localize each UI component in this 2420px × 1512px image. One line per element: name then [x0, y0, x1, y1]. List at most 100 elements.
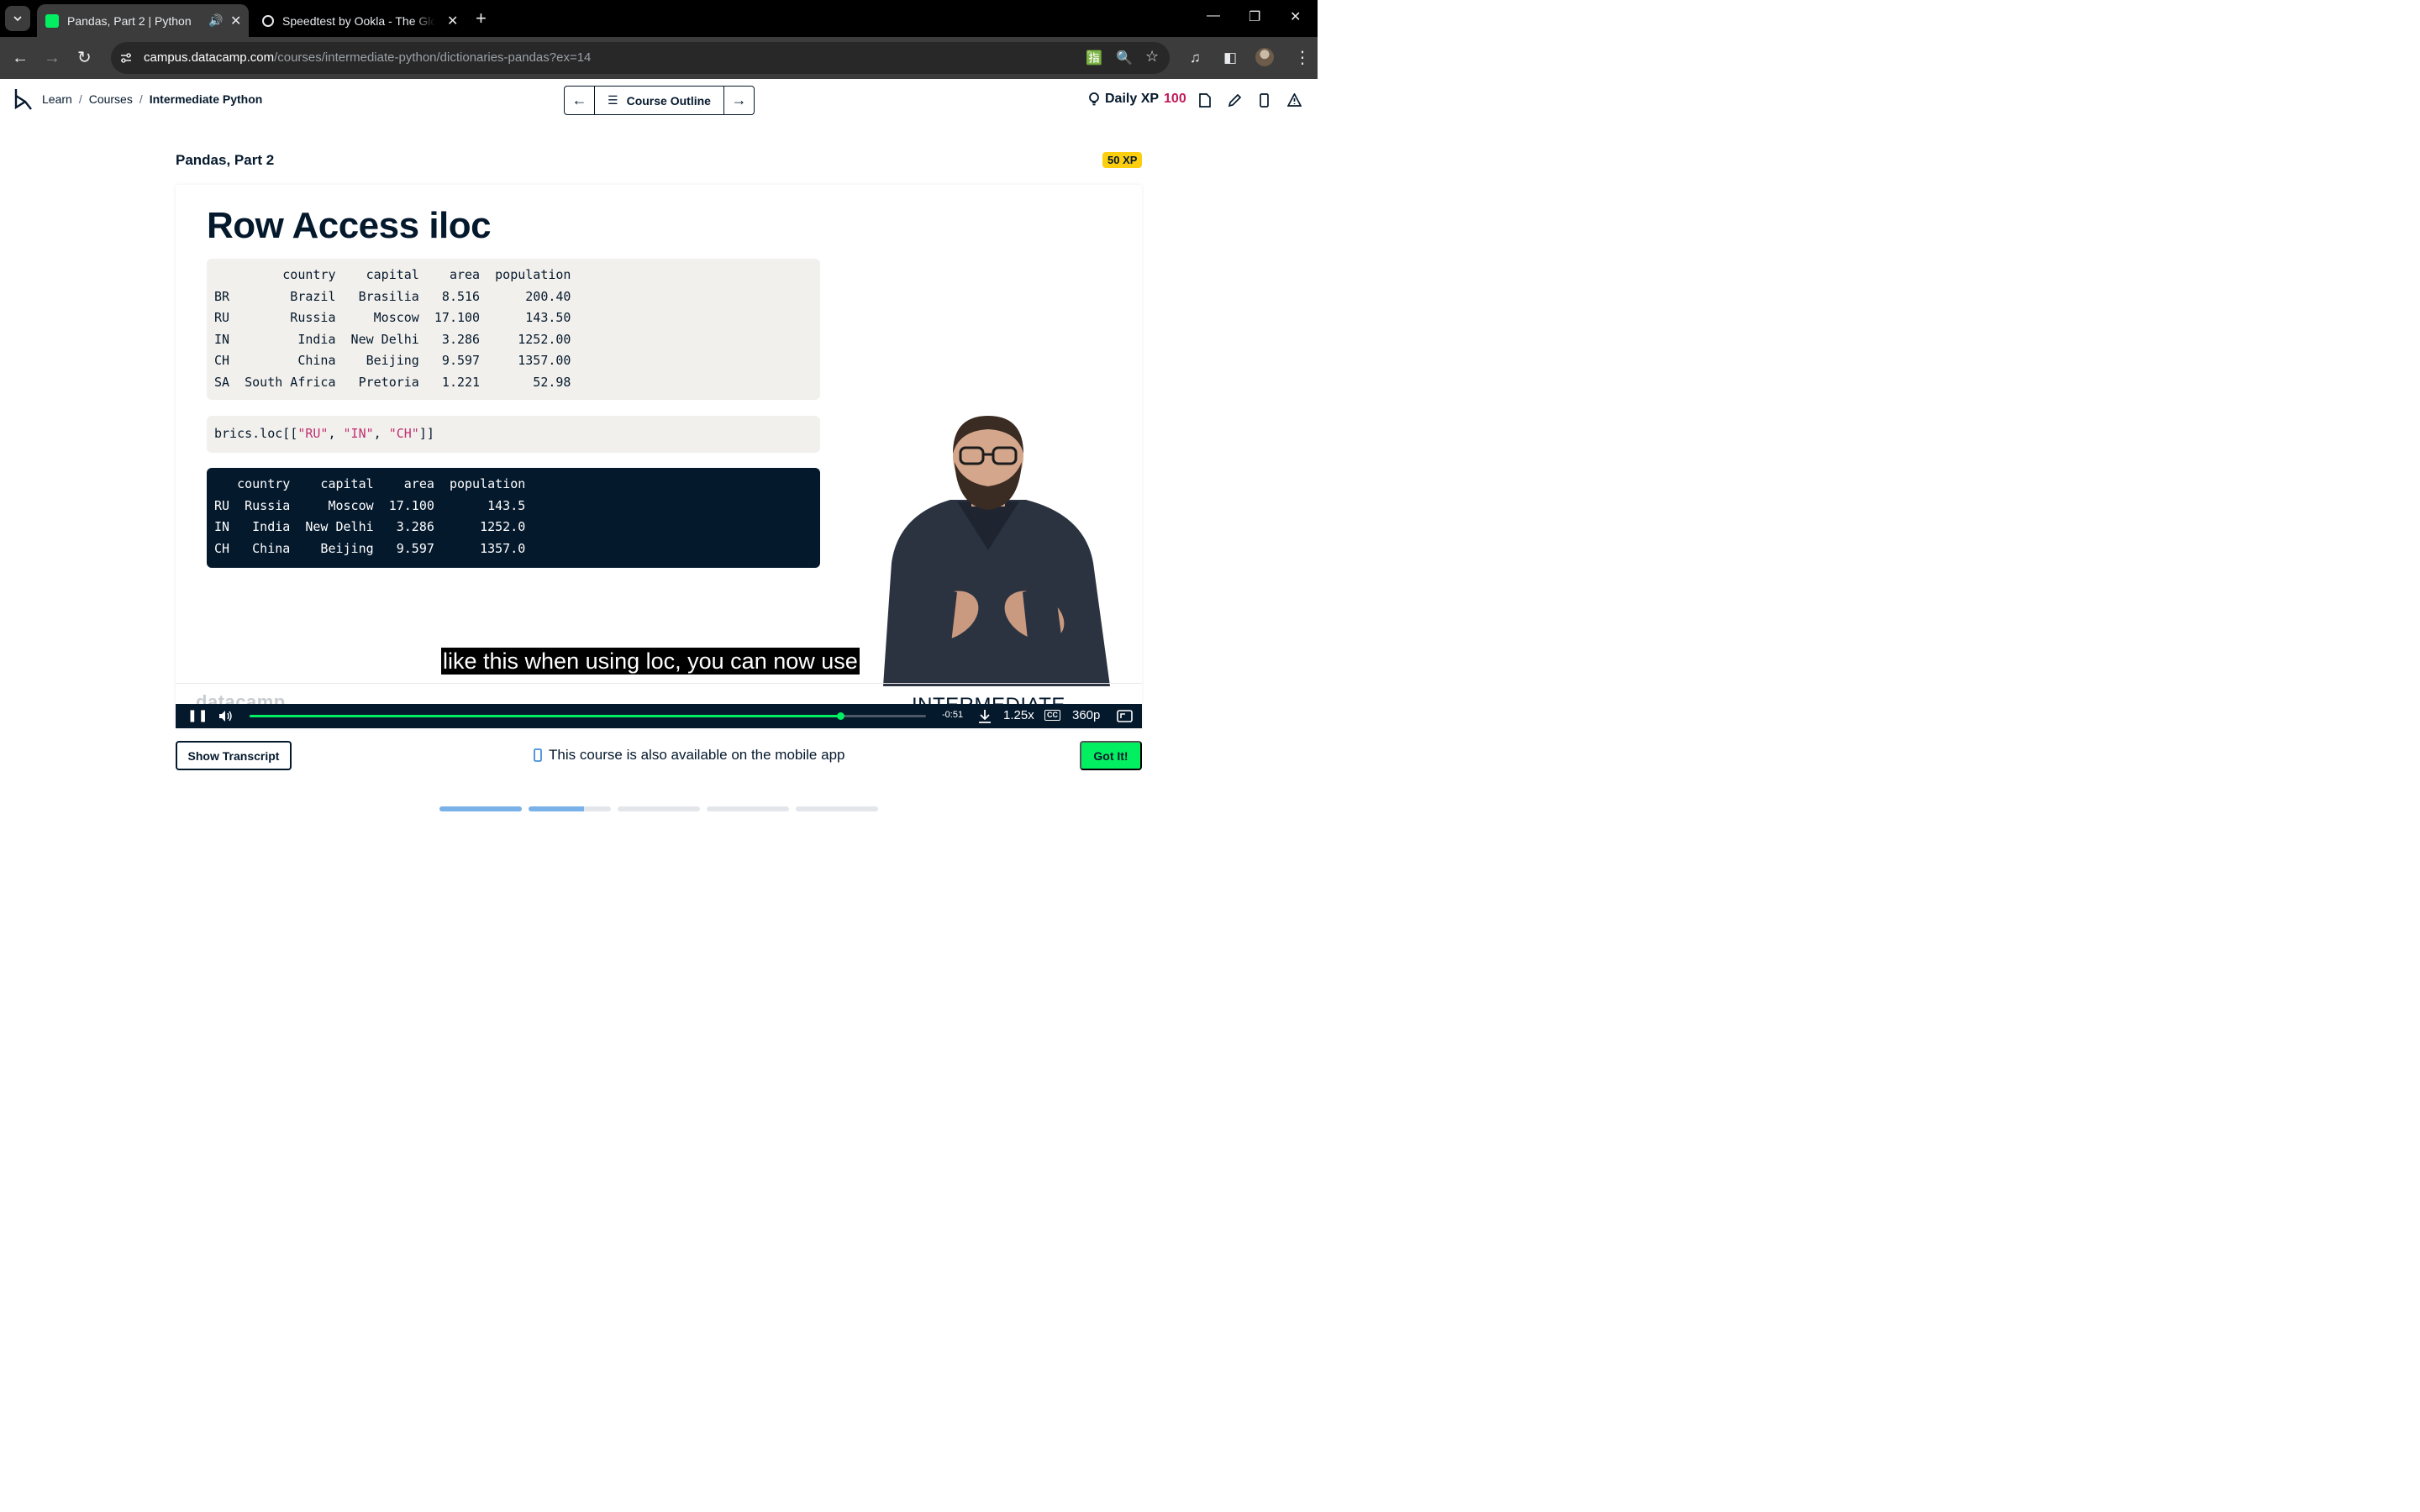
dataframe-row: country capital area population	[214, 476, 526, 491]
zoom-icon[interactable]: 🔍	[1116, 50, 1133, 66]
daily-xp-value: 100	[1164, 92, 1186, 106]
closed-captions-icon[interactable]: CC	[1044, 710, 1060, 721]
video-controls: ❚❚ -0:51 1.25x CC 360p	[176, 704, 1142, 728]
url-host: campus.datacamp.com	[144, 50, 275, 65]
code-string: "CH"	[388, 426, 419, 441]
course-outline-label: Course Outline	[626, 93, 711, 108]
dataframe-row: BR Brazil Brasilia 8.516 200.40	[214, 288, 571, 304]
url-text: campus.datacamp.com/courses/intermediate…	[144, 50, 591, 65]
exercise-progress-steps	[439, 806, 878, 811]
code-snippet: brics.loc[["RU", "IN", "CH"]]	[207, 416, 820, 453]
lightbulb-icon	[1089, 92, 1099, 106]
dataframe-output-selected: country capital area population RU Russi…	[207, 468, 820, 568]
breadcrumb-courses[interactable]: Courses	[89, 92, 133, 106]
tab-speedtest[interactable]: Speedtest by Ookla - The Global Broadban…	[254, 4, 464, 37]
course-outline-button[interactable]: ☰ Course Outline	[594, 87, 724, 114]
dataframe-output-full: country capital area population BR Brazi…	[207, 259, 820, 400]
volume-icon[interactable]	[218, 710, 232, 722]
exercise-step-fill	[529, 806, 584, 811]
video-player[interactable]: Row Access iloc country capital area pop…	[176, 185, 1142, 728]
speaker-icon[interactable]: 🔊	[208, 13, 223, 28]
dataframe-row: IN India New Delhi 3.286 1252.00	[214, 331, 571, 347]
address-bar[interactable]: campus.datacamp.com/courses/intermediate…	[111, 42, 1170, 74]
code-line: brics.loc[["RU", "IN", "CH"]]	[214, 426, 434, 441]
daily-xp[interactable]: Daily XP 100	[1088, 92, 1186, 107]
slides-document-icon[interactable]	[1199, 93, 1211, 108]
translate-icon[interactable]: 🈯	[1086, 50, 1102, 66]
menu-kebab-icon[interactable]: ⋮	[1294, 48, 1311, 68]
side-panel-icon[interactable]: ◧	[1223, 48, 1237, 68]
lesson-title: Pandas, Part 2	[176, 152, 275, 168]
reload-icon[interactable]: ↻	[77, 48, 92, 68]
minimize-icon[interactable]: —	[1207, 8, 1220, 24]
mobile-phone-icon[interactable]	[1260, 93, 1269, 108]
download-icon[interactable]	[978, 709, 992, 723]
mobile-app-notice-text: This course is also available on the mob…	[549, 747, 845, 763]
exercise-step-1[interactable]	[439, 806, 522, 811]
browser-tab-bar: Pandas, Part 2 | Python 🔊 ✕ Speedtest by…	[0, 0, 1318, 37]
dataframe-row: IN India New Delhi 3.286 1252.0	[214, 519, 526, 534]
restore-icon[interactable]: ❐	[1249, 8, 1260, 25]
pencil-icon[interactable]	[1228, 93, 1242, 108]
slide-title: Row Access iloc	[207, 205, 492, 246]
datacamp-logo-icon[interactable]	[13, 87, 34, 111]
breadcrumb-learn[interactable]: Learn	[42, 92, 72, 106]
course-outline-nav: ← ☰ Course Outline →	[564, 86, 755, 115]
exercise-step-2[interactable]	[529, 806, 611, 811]
show-transcript-button[interactable]: Show Transcript	[176, 741, 292, 770]
arrow-right-icon: →	[731, 92, 747, 108]
profile-avatar[interactable]	[1255, 48, 1274, 66]
pause-icon[interactable]: ❚❚	[187, 708, 208, 722]
code-string: "RU"	[297, 426, 329, 441]
tab-title: Speedtest by Ookla - The Global Broadban…	[282, 13, 435, 28]
datacamp-favicon-icon	[45, 13, 59, 28]
code-suffix: ]]	[418, 426, 434, 441]
media-controls-icon[interactable]: ♫	[1190, 48, 1201, 68]
daily-xp-label: Daily XP	[1105, 92, 1160, 106]
code-string: "IN"	[343, 426, 374, 441]
dataframe-row: CH China Beijing 9.597 1357.00	[214, 353, 571, 368]
site-settings-icon[interactable]	[119, 51, 133, 65]
dataframe-row: RU Russia Moscow 17.100 143.5	[214, 497, 526, 513]
xp-badge: 50 XP	[1102, 152, 1143, 168]
exercise-step-fill	[439, 806, 522, 811]
dataframe-row: RU Russia Moscow 17.100 143.50	[214, 310, 571, 325]
forward-icon[interactable]: →	[44, 48, 60, 68]
close-tab-icon[interactable]: ✕	[230, 13, 241, 29]
breadcrumb-separator: /	[78, 92, 82, 106]
exercise-step-4[interactable]	[707, 806, 789, 811]
new-tab-icon[interactable]: +	[476, 8, 487, 29]
got-it-button[interactable]: Got It!	[1080, 741, 1142, 770]
previous-exercise-button[interactable]: ←	[565, 87, 594, 114]
breadcrumb-separator: /	[139, 92, 143, 106]
browser-toolbar: ← → ↻ campus.datacamp.com/courses/interm…	[0, 37, 1318, 79]
playback-speed-button[interactable]: 1.25x	[1003, 708, 1034, 722]
bookmark-star-icon[interactable]: ☆	[1145, 48, 1159, 66]
tab-title: Pandas, Part 2 | Python	[67, 13, 192, 28]
window-close-icon[interactable]: ✕	[1290, 8, 1301, 25]
video-progress-bar[interactable]	[250, 712, 926, 720]
report-issue-icon[interactable]	[1287, 93, 1302, 107]
fullscreen-icon[interactable]	[1117, 710, 1133, 722]
exercise-step-5[interactable]	[796, 806, 878, 811]
speedtest-favicon-icon	[262, 14, 274, 27]
quality-button[interactable]: 360p	[1072, 708, 1100, 722]
breadcrumb: Learn / Courses / Intermediate Python	[42, 92, 262, 106]
exercise-step-3[interactable]	[618, 806, 700, 811]
close-tab-icon[interactable]: ✕	[447, 13, 458, 29]
dataframe-row: CH China Beijing 9.597 1357.0	[214, 540, 526, 556]
tab-search-button[interactable]	[5, 6, 30, 31]
dataframe-row: SA South Africa Pretoria 1.221 52.98	[214, 374, 571, 390]
breadcrumb-course[interactable]: Intermediate Python	[150, 92, 263, 106]
dataframe-row: country capital area population	[214, 267, 571, 282]
chevron-down-icon	[13, 16, 22, 22]
back-icon[interactable]: ←	[12, 48, 29, 68]
tab-pandas[interactable]: Pandas, Part 2 | Python 🔊 ✕	[37, 4, 249, 37]
code-prefix: brics.loc[[	[214, 426, 298, 441]
video-progress-fill	[250, 715, 840, 717]
menu-icon: ☰	[608, 93, 618, 107]
mobile-phone-icon	[534, 748, 542, 762]
mobile-app-notice: This course is also available on the mob…	[534, 747, 844, 764]
video-progress-handle[interactable]	[836, 712, 844, 720]
next-exercise-button[interactable]: →	[724, 87, 754, 114]
